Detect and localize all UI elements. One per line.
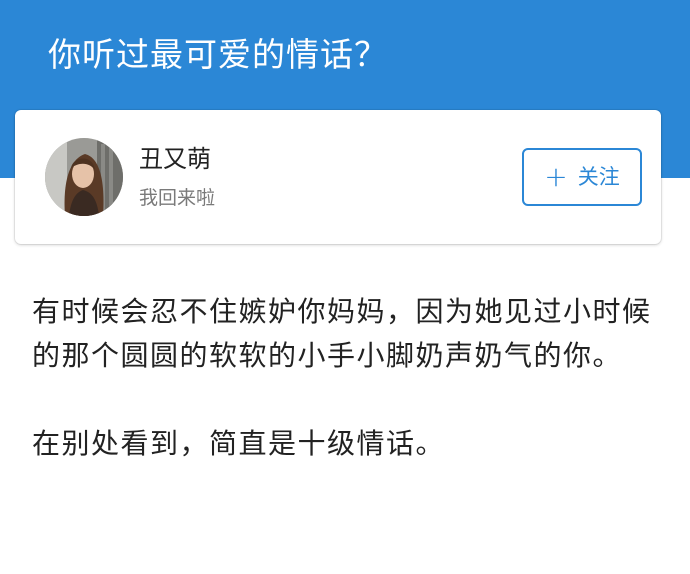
- avatar[interactable]: [45, 138, 123, 216]
- follow-button[interactable]: + 关注: [522, 148, 642, 206]
- avatar-photo-icon: [45, 138, 123, 216]
- answer-paragraph: 在别处看到，简直是十级情话。: [32, 427, 446, 460]
- answer-paragraph: 有时候会忍不住嫉妒你妈妈，因为她见过小时候的那个圆圆的软软的小手小脚奶声奶气的你…: [32, 295, 652, 372]
- author-name[interactable]: 丑又萌: [139, 142, 211, 176]
- question-title: 你听过最可爱的情话？: [48, 35, 388, 74]
- plus-icon: +: [544, 160, 568, 193]
- answer-body: 有时候会忍不住嫉妒你妈妈，因为她见过小时候的那个圆圆的软软的小手小脚奶声奶气的你…: [32, 290, 652, 510]
- author-card: 丑又萌 我回来啦 + 关注: [15, 110, 661, 244]
- author-bio: 我回来啦: [139, 187, 216, 209]
- follow-button-label: 关注: [577, 165, 620, 189]
